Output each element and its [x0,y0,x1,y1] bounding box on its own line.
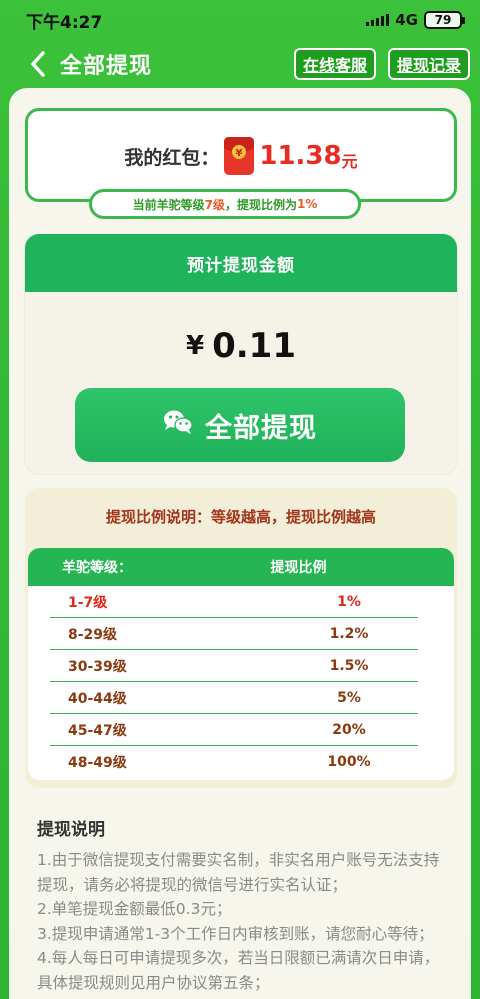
estimate-amount: ¥ 0.11 [25,326,457,366]
row-level: 8-29级 [68,626,118,643]
back-arrow-icon[interactable] [30,49,56,79]
table-row: 48-49级 100% [50,746,418,778]
estimate-card: 预计提现金额 ¥ 0.11 全部提现 [25,234,457,474]
row-level: 40-44级 [68,690,127,707]
ratio-table: 羊驼等级： 提现比例 1-7级 1% 8-29级 1.2% 30-39级 1.5… [28,548,454,780]
row-ratio: 20% [332,721,366,738]
ratio-card: 提现比例说明：等级越高，提现比例越高 羊驼等级： 提现比例 1-7级 1% 8-… [25,488,457,788]
battery-icon: 79 [424,11,465,29]
level-info: 当前羊驼等级 7级 ，提现比例为 1% [89,189,361,219]
row-ratio: 1.5% [329,657,369,674]
row-ratio: 5% [337,689,361,706]
red-envelope-icon: ¥ [223,136,255,176]
description-item: 1.由于微信提现支付需要实名制，非实名用户账号无法支持提现，请务必将提现的微信号… [37,851,440,894]
row-level: 1-7级 [68,594,108,611]
row-level: 45-47级 [68,722,127,739]
table-row: 45-47级 20% [50,714,418,746]
currency-symbol: ¥ [186,331,205,361]
redpack-amount: 11.38 [259,141,342,171]
withdraw-records-button[interactable]: 提现记录 [387,48,470,80]
row-ratio: 100% [327,754,371,770]
ratio-title: 提现比例说明：等级越高，提现比例越高 [105,508,376,526]
description-item: 2.单笔提现金额最低0.3元； [37,900,232,918]
table-row: 1-7级 1% [50,586,418,618]
table-row: 40-44级 5% [50,682,418,714]
status-bar: 下午4:27 4G 79 [0,0,480,40]
estimate-title: 预计提现金额 [25,234,457,292]
withdraw-all-label: 全部提现 [205,412,317,444]
level-middle: ，提现比例为 [224,197,297,212]
description-item: 3.提现申请通常1-3个工作日内审核到账，请您耐心等待； [37,924,434,943]
page-title: 全部提现 [60,54,153,79]
svg-text:¥: ¥ [236,148,243,159]
nav-bar: 全部提现 在线客服 提现记录 [0,40,480,88]
ratio-table-header: 羊驼等级： 提现比例 [28,548,454,586]
description-title: 提现说明 [37,820,105,840]
description-list: 1.由于微信提现支付需要实名制，非实名用户账号无法支持提现，请务必将提现的微信号… [37,848,447,995]
withdraw-all-button[interactable]: 全部提现 [75,388,405,462]
row-ratio: 1.2% [329,625,369,642]
row-level: 30-39级 [68,658,127,675]
table-row: 8-29级 1.2% [50,618,418,650]
content-panel: 我的红包： ¥ 11.38 元 当前羊驼等级 7级 ，提现比例为 1% 预计提现… [9,88,471,999]
level-value: 7级 [204,197,225,212]
level-prefix: 当前羊驼等级 [132,197,205,212]
network-label: 4G [395,11,418,29]
level-ratio: 1% [297,197,318,211]
redpack-card: 我的红包： ¥ 11.38 元 [25,108,457,202]
status-icons: 4G 79 [366,11,465,29]
status-time: 下午4:27 [26,12,103,33]
redpack-label: 我的红包： [124,146,220,169]
battery-level: 79 [434,13,452,27]
wechat-icon [163,409,193,442]
estimate-value: 0.11 [212,326,296,366]
col-level-header: 羊驼等级： [62,560,132,576]
description-item: 4.每人每日可申请提现多次，若当日限额已满请次日申请，具体提现规则见用户协议第五… [37,949,440,992]
row-ratio: 1% [337,593,361,610]
table-row: 30-39级 1.5% [50,650,418,682]
col-ratio-header: 提现比例 [270,560,327,576]
online-service-button[interactable]: 在线客服 [293,48,376,80]
signal-icon [366,14,390,26]
row-level: 48-49级 [68,755,127,771]
redpack-unit: 元 [341,152,358,171]
